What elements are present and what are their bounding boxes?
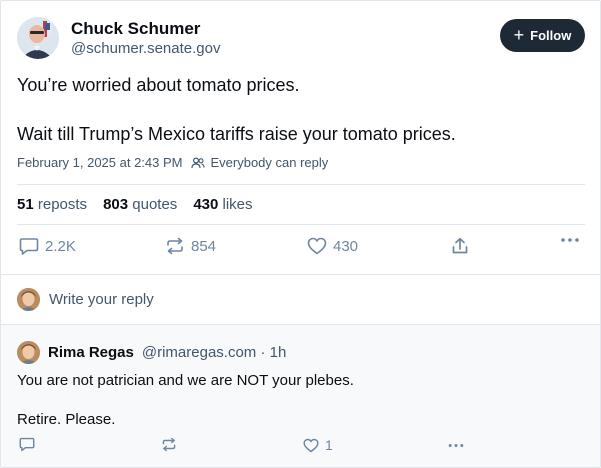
speech-bubble-icon — [19, 437, 35, 452]
reply-like-count: 1 — [325, 437, 333, 453]
reply-text-line: You are not patrician and we are NOT you… — [17, 372, 354, 389]
post-body: You’re worried about tomato prices. Wait… — [17, 73, 587, 146]
follow-button-label: Follow — [530, 28, 572, 43]
reply-count: 2.2K — [45, 238, 76, 255]
like-count: 430 — [333, 237, 359, 255]
share-button[interactable] — [451, 237, 469, 255]
reply-author-avatar[interactable] — [17, 341, 40, 364]
divider — [17, 224, 585, 225]
reply-author-avatar-image — [17, 341, 40, 364]
current-user-avatar-image — [17, 288, 40, 311]
post-thread-view: Chuck Schumer @schumer.senate.gov + Foll… — [0, 0, 601, 468]
repost-arrows-icon — [162, 437, 176, 452]
repost-arrows-icon — [167, 237, 183, 255]
ellipsis-icon — [448, 444, 464, 447]
post-stats: 51 reposts 803 quotes 430 likes — [17, 196, 253, 213]
repost-button[interactable]: 854 — [165, 237, 216, 255]
current-user-avatar — [17, 288, 40, 311]
post-text-line: You’re worried about tomato prices. — [17, 75, 300, 95]
reply-author-handle: @rimaregas.com · 1h — [141, 344, 287, 361]
reply-setting-label: Everybody can reply — [210, 155, 329, 170]
share-upload-icon — [452, 237, 468, 254]
divider — [1, 274, 600, 275]
write-reply-placeholder: Write your reply — [49, 291, 154, 308]
reply-header: Rima Regas @rimaregas.com · 1h — [17, 341, 286, 364]
ellipsis-icon — [561, 238, 579, 242]
more-options-button[interactable] — [560, 237, 580, 243]
post-timestamp[interactable]: February 1, 2025 at 2:43 PM — [17, 155, 182, 170]
repost-count: 854 — [191, 237, 217, 255]
divider — [17, 184, 585, 185]
author-avatar[interactable] — [17, 17, 59, 59]
reply-repost-button[interactable] — [161, 437, 177, 452]
reply-button[interactable]: 2.2K — [19, 237, 76, 256]
heart-icon — [303, 438, 319, 452]
author-avatar-image — [17, 17, 59, 59]
follow-button[interactable]: + Follow — [500, 19, 585, 52]
heart-icon — [307, 237, 327, 255]
reply-action-bar: 1 — [17, 437, 585, 455]
reply-time: · 1h — [260, 344, 287, 361]
likes-stat[interactable]: 430 likes — [193, 196, 252, 213]
quotes-stat[interactable]: 803 quotes — [103, 196, 177, 213]
write-reply-input[interactable]: Write your reply — [17, 288, 154, 311]
post-text-line: Wait till Trump’s Mexico tariffs raise y… — [17, 124, 456, 144]
like-button[interactable]: 430 — [307, 237, 358, 255]
reply-reply-button[interactable] — [19, 437, 35, 452]
post-meta: February 1, 2025 at 2:43 PM Everybody ca… — [17, 155, 328, 170]
people-icon — [191, 156, 206, 168]
reply-body: You are not patrician and we are NOT you… — [17, 371, 354, 430]
author-name[interactable]: Chuck Schumer — [71, 19, 200, 39]
post-action-bar: 2.2K 854 430 — [17, 237, 585, 261]
reply-setting: Everybody can reply — [191, 155, 328, 170]
speech-bubble-icon — [19, 238, 39, 255]
author-handle[interactable]: @schumer.senate.gov — [71, 40, 220, 57]
plus-icon: + — [513, 24, 525, 45]
reposts-stat[interactable]: 51 reposts — [17, 196, 87, 213]
reply-like-button[interactable]: 1 — [303, 437, 333, 453]
reply-author-name[interactable]: Rima Regas — [48, 344, 134, 361]
reply-more-options-button[interactable] — [447, 443, 465, 448]
reply-text-line: Retire. Please. — [17, 411, 116, 428]
